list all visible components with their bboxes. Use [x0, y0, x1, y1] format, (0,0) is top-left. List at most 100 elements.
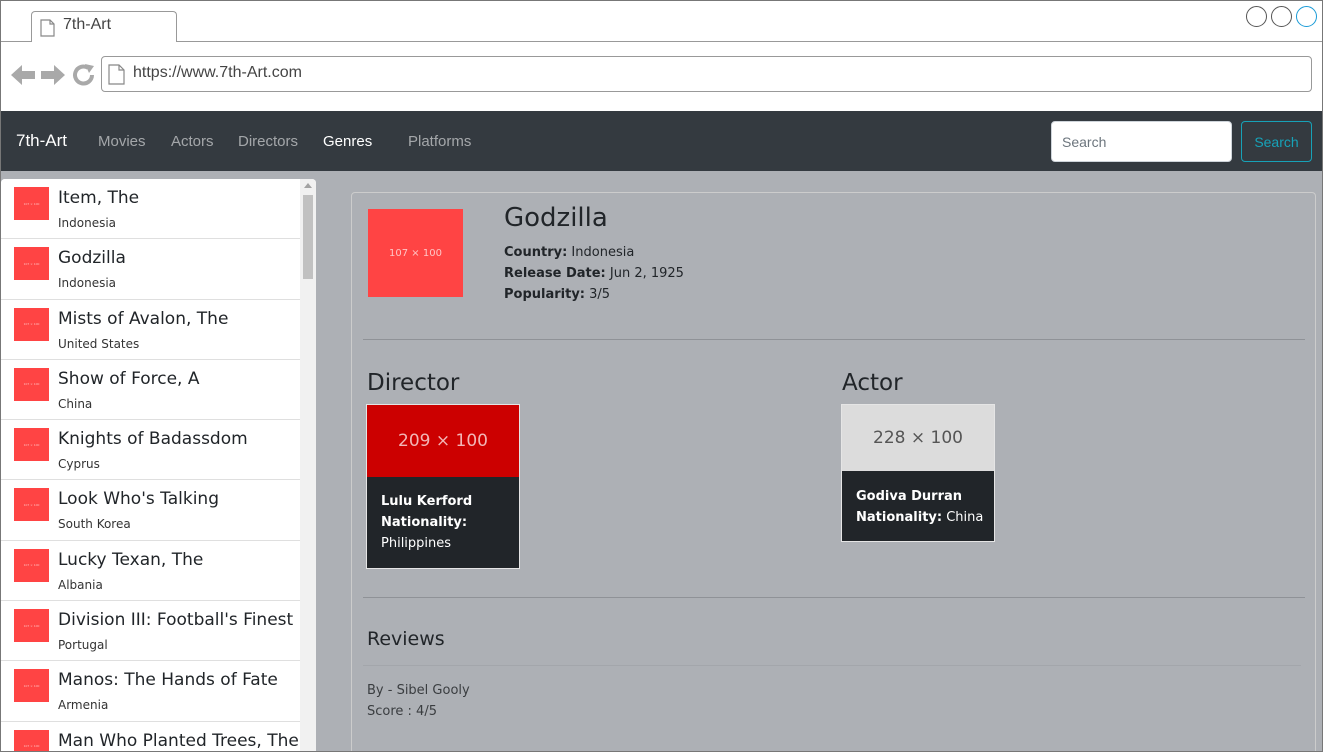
reload-icon[interactable]: [72, 64, 96, 86]
actor-heading: Actor: [842, 370, 903, 396]
director-nationality: Philippines: [381, 536, 452, 551]
movie-country: United States: [58, 336, 140, 351]
actor-card[interactable]: 228 × 100 Godiva Durran Nationality: Chi…: [841, 404, 995, 542]
url-text: https://www.7th-Art.com: [133, 64, 302, 81]
movie-thumbnail: 107 × 100: [14, 548, 49, 582]
search-input[interactable]: [1051, 121, 1232, 162]
director-info: Lulu Kerford Nationality: Philippines: [381, 491, 472, 554]
movie-title: Show of Force, A: [58, 368, 200, 389]
forward-arrow-icon[interactable]: [41, 64, 65, 86]
movie-thumbnail: 107 × 100: [14, 247, 49, 281]
movie-thumbnail: 107 × 100: [14, 488, 49, 522]
director-image: 209 × 100: [367, 405, 519, 477]
director-card[interactable]: 209 × 100 Lulu Kerford Nationality: Phil…: [366, 404, 520, 569]
page-icon: [108, 64, 125, 85]
list-item[interactable]: 107 × 100 Manos: The Hands of Fate Armen…: [1, 661, 300, 722]
url-field[interactable]: https://www.7th-Art.com: [101, 56, 1312, 92]
director-nationality-label: Nationality:: [381, 515, 468, 530]
browser-window: 7th-Art https://www.7th-Art.com 7th-Art …: [0, 0, 1323, 752]
actor-info: Godiva Durran Nationality: China: [856, 486, 983, 528]
country-label: Country:: [504, 245, 568, 260]
movie-title: Lucky Texan, The: [58, 549, 204, 570]
tab-bar: 7th-Art: [1, 1, 1322, 43]
site-navbar: 7th-Art Movies Actors Directors Genres P…: [1, 111, 1322, 171]
movie-thumbnail: 107 × 100: [14, 729, 49, 751]
nav-link-directors[interactable]: Directors: [238, 133, 298, 150]
maximize-button[interactable]: [1271, 6, 1292, 27]
back-arrow-icon[interactable]: [11, 64, 35, 86]
minimize-button[interactable]: [1246, 6, 1267, 27]
country-line: Country: Indonesia: [504, 245, 634, 260]
popularity-line: Popularity: 3/5: [504, 287, 610, 302]
movie-detail-title: Godzilla: [504, 203, 608, 233]
movie-country: Armenia: [58, 698, 109, 713]
movie-list: 107 × 100 Item, The Indonesia 107 × 100 …: [1, 179, 300, 751]
actor-nationality: China: [946, 510, 984, 525]
actor-image: 228 × 100: [842, 405, 994, 471]
list-item[interactable]: 107 × 100 Knights of Badassdom Cyprus: [1, 420, 300, 481]
divider: [363, 597, 1305, 598]
address-bar: https://www.7th-Art.com: [1, 42, 1322, 111]
movie-country: China: [58, 396, 93, 411]
browser-tab[interactable]: 7th-Art: [31, 11, 177, 43]
list-item[interactable]: 107 × 100 Mists of Avalon, The United St…: [1, 299, 300, 360]
movie-title: Division III: Football's Finest: [58, 610, 294, 631]
divider: [363, 665, 1301, 666]
nav-link-movies[interactable]: Movies: [98, 133, 146, 150]
list-item[interactable]: 107 × 100 Show of Force, A China: [1, 359, 300, 421]
list-item[interactable]: 107 × 100 Lucky Texan, The Albania: [1, 540, 300, 602]
director-name: Lulu Kerford: [381, 494, 473, 509]
movie-country: Portugal: [58, 638, 108, 653]
movie-country: Indonesia: [58, 216, 117, 230]
scrollbar-thumb[interactable]: [303, 195, 313, 279]
country-value: Indonesia: [571, 245, 635, 260]
brand-logo[interactable]: 7th-Art: [16, 131, 67, 151]
divider: [363, 339, 1305, 340]
director-heading: Director: [367, 370, 460, 396]
movie-country: Cyprus: [58, 457, 100, 472]
movie-thumbnail: 107 × 100: [14, 609, 49, 643]
movie-thumbnail: 107 × 100: [14, 307, 49, 341]
actor-nationality-label: Nationality:: [856, 510, 943, 525]
movie-thumbnail: 107 × 100: [14, 428, 49, 462]
movie-poster: 107 × 100: [368, 209, 463, 297]
review-author: By - Sibel Gooly: [367, 683, 470, 698]
list-item[interactable]: 107 × 100 Division III: Football's Fines…: [1, 601, 300, 662]
release-date-label: Release Date:: [504, 266, 606, 281]
list-item[interactable]: 107 × 100 Godzilla Indonesia: [1, 239, 300, 300]
actor-name: Godiva Durran: [856, 489, 963, 504]
movie-title: Item, The: [58, 188, 140, 208]
sidebar-scrollbar[interactable]: [300, 179, 316, 751]
movie-title: Man Who Planted Trees, The: [58, 730, 299, 751]
movie-thumbnail: 107 × 100: [14, 187, 49, 220]
page-icon: [40, 19, 55, 37]
nav-link-actors[interactable]: Actors: [171, 133, 214, 150]
movie-list-panel: 107 × 100 Item, The Indonesia 107 × 100 …: [1, 179, 316, 751]
review-score: Score : 4/5: [367, 704, 437, 719]
close-button[interactable]: [1296, 6, 1317, 27]
list-item[interactable]: 107 × 100 Look Who's Talking South Korea: [1, 480, 300, 541]
movie-title: Mists of Avalon, The: [58, 308, 229, 329]
popularity-label: Popularity:: [504, 287, 586, 302]
movie-title: Godzilla: [58, 248, 126, 269]
search-button[interactable]: Search: [1241, 121, 1312, 162]
movie-country: Albania: [58, 577, 103, 592]
release-line: Release Date: Jun 2, 1925: [504, 266, 684, 281]
scroll-up-arrow-icon[interactable]: [304, 183, 312, 188]
movie-title: Knights of Badassdom: [58, 429, 248, 450]
movie-country: Indonesia: [58, 276, 117, 291]
nav-link-platforms[interactable]: Platforms: [408, 133, 471, 150]
release-date-value: Jun 2, 1925: [609, 266, 684, 281]
movie-detail-card: 107 × 100 Godzilla Country: Indonesia Re…: [351, 192, 1316, 751]
list-item[interactable]: 107 × 100 Man Who Planted Trees, The: [1, 721, 300, 751]
popularity-value: 3/5: [589, 287, 611, 302]
reviews-heading: Reviews: [367, 628, 445, 650]
tab-title: 7th-Art: [63, 16, 112, 33]
movie-title: Manos: The Hands of Fate: [58, 670, 278, 691]
nav-link-genres[interactable]: Genres: [323, 133, 372, 150]
movie-country: South Korea: [58, 517, 131, 532]
movie-title: Look Who's Talking: [58, 489, 219, 510]
list-item[interactable]: 107 × 100 Item, The Indonesia: [1, 179, 300, 240]
content-area: 107 × 100 Item, The Indonesia 107 × 100 …: [1, 171, 1322, 751]
movie-thumbnail: 107 × 100: [14, 669, 49, 703]
